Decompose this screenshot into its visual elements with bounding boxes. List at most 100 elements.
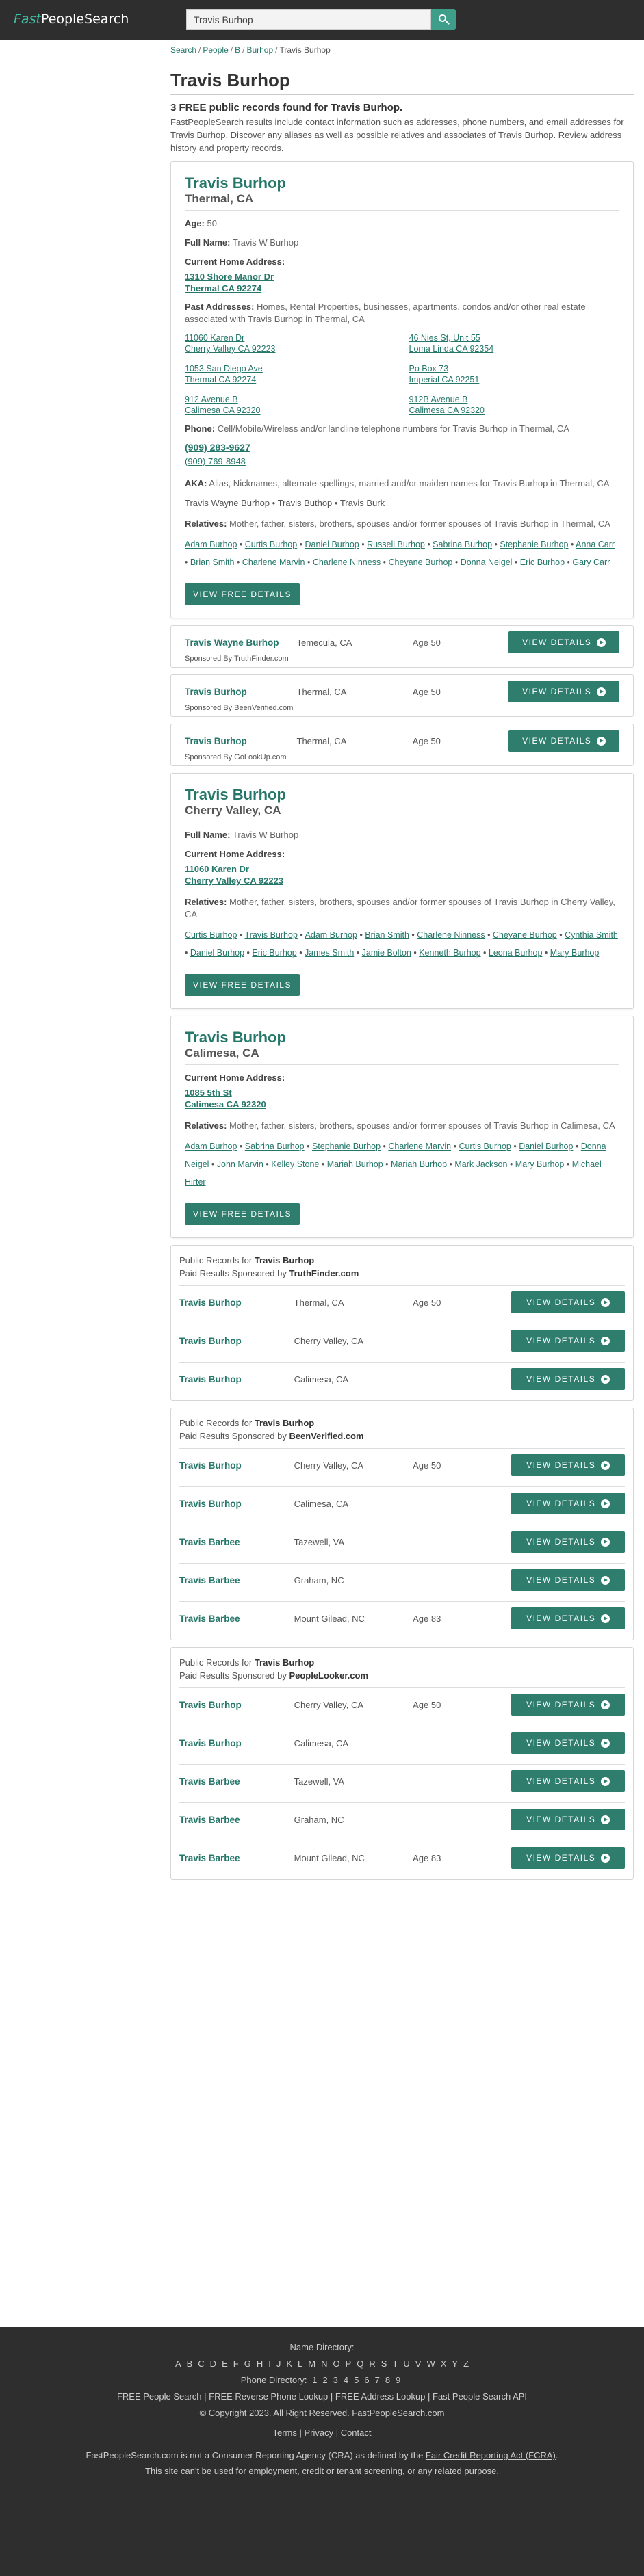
relative-link[interactable]: Adam Burhop bbox=[305, 930, 357, 940]
breadcrumb-letter[interactable]: B bbox=[235, 45, 240, 55]
past-address-link[interactable]: 1053 San Diego Ave Thermal CA 92274 bbox=[185, 363, 396, 385]
directory-letter-link[interactable]: Q bbox=[357, 2358, 363, 2369]
view-details-button[interactable]: VIEW DETAILS bbox=[511, 1493, 625, 1514]
directory-letter-link[interactable]: F bbox=[233, 2358, 239, 2369]
relative-link[interactable]: Kenneth Burhop bbox=[419, 948, 480, 958]
directory-digit-link[interactable]: 3 bbox=[333, 2375, 338, 2385]
view-details-button[interactable]: VIEW DETAILS bbox=[511, 1694, 625, 1716]
result-name[interactable]: Travis Burhop bbox=[185, 684, 297, 700]
directory-letter-link[interactable]: S bbox=[381, 2358, 387, 2369]
relative-link[interactable]: Mariah Burhop bbox=[391, 1159, 447, 1169]
result-name[interactable]: Travis Burhop bbox=[179, 1295, 294, 1311]
relative-link[interactable]: Sabrina Burhop bbox=[245, 1142, 305, 1151]
directory-digit-link[interactable]: 8 bbox=[385, 2375, 390, 2385]
directory-letter-link[interactable]: T bbox=[392, 2358, 398, 2369]
relative-link[interactable]: Charlene Marvin bbox=[242, 557, 305, 567]
directory-letter-link[interactable]: H bbox=[257, 2358, 263, 2369]
relative-link[interactable]: Cheyane Burhop bbox=[389, 557, 453, 567]
view-free-details-button[interactable]: VIEW FREE DETAILS bbox=[185, 1203, 300, 1225]
directory-digit-link[interactable]: 5 bbox=[354, 2375, 359, 2385]
view-details-button[interactable]: VIEW DETAILS bbox=[508, 681, 619, 702]
relative-link[interactable]: Kelley Stone bbox=[271, 1159, 319, 1169]
person-name[interactable]: Travis Burhop bbox=[185, 174, 619, 192]
directory-letter-link[interactable]: O bbox=[333, 2358, 339, 2369]
current-address-link[interactable]: 1310 Shore Manor Dr Thermal CA 92274 bbox=[185, 271, 619, 294]
result-name[interactable]: Travis Wayne Burhop bbox=[185, 635, 297, 650]
relative-link[interactable]: James Smith bbox=[305, 948, 354, 958]
person-name[interactable]: Travis Burhop bbox=[185, 786, 619, 804]
directory-letter-link[interactable]: N bbox=[321, 2358, 327, 2369]
relative-link[interactable]: Adam Burhop bbox=[185, 540, 237, 549]
footer-links[interactable]: FREE People Search | FREE Reverse Phone … bbox=[0, 2391, 644, 2402]
result-name[interactable]: Travis Barbee bbox=[179, 1534, 294, 1550]
directory-letter-link[interactable]: A bbox=[175, 2358, 181, 2369]
result-name[interactable]: Travis Barbee bbox=[179, 1850, 294, 1866]
past-address-link[interactable]: 46 Nies St, Unit 55 Loma Linda CA 92354 bbox=[409, 332, 620, 354]
view-details-button[interactable]: VIEW DETAILS bbox=[511, 1531, 625, 1553]
relative-link[interactable]: Stephanie Burhop bbox=[312, 1142, 381, 1151]
relative-link[interactable]: Daniel Burhop bbox=[190, 948, 244, 958]
view-details-button[interactable]: VIEW DETAILS bbox=[511, 1732, 625, 1754]
relative-link[interactable]: Mary Burhop bbox=[550, 948, 600, 958]
result-name[interactable]: Travis Burhop bbox=[179, 1496, 294, 1512]
directory-digit-link[interactable]: 4 bbox=[344, 2375, 348, 2385]
site-logo[interactable]: FastPeopleSearch bbox=[14, 12, 129, 27]
relative-link[interactable]: Leona Burhop bbox=[489, 948, 543, 958]
relative-link[interactable]: Eric Burhop bbox=[252, 948, 296, 958]
directory-letter-link[interactable]: Z bbox=[463, 2358, 469, 2369]
relative-link[interactable]: Curtis Burhop bbox=[185, 930, 237, 940]
relative-link[interactable]: Cheyane Burhop bbox=[493, 930, 557, 940]
relative-link[interactable]: Russell Burhop bbox=[367, 540, 425, 549]
view-details-button[interactable]: VIEW DETAILS bbox=[511, 1770, 625, 1792]
breadcrumb-people[interactable]: People bbox=[203, 45, 228, 55]
current-address-link[interactable]: 1085 5th St Calimesa CA 92320 bbox=[185, 1087, 619, 1110]
relative-link[interactable]: Cynthia Smith bbox=[565, 930, 618, 940]
view-free-details-button[interactable]: VIEW FREE DETAILS bbox=[185, 583, 300, 605]
view-details-button[interactable]: VIEW DETAILS bbox=[511, 1291, 625, 1313]
relative-link[interactable]: Brian Smith bbox=[190, 557, 235, 567]
directory-letter-link[interactable]: L bbox=[298, 2358, 302, 2369]
result-name[interactable]: Travis Burhop bbox=[179, 1371, 294, 1387]
relative-link[interactable]: Mariah Burhop bbox=[327, 1159, 383, 1169]
directory-letter-link[interactable]: D bbox=[210, 2358, 216, 2369]
directory-letter-link[interactable]: W bbox=[426, 2358, 435, 2369]
relative-link[interactable]: Eric Burhop bbox=[520, 557, 565, 567]
directory-letter-link[interactable]: G bbox=[244, 2358, 251, 2369]
view-free-details-button[interactable]: VIEW FREE DETAILS bbox=[185, 974, 300, 996]
result-name[interactable]: Travis Burhop bbox=[179, 1735, 294, 1751]
relative-link[interactable]: Sabrina Burhop bbox=[433, 540, 492, 549]
relative-link[interactable]: Curtis Burhop bbox=[245, 540, 297, 549]
past-address-link[interactable]: Po Box 73 Imperial CA 92251 bbox=[409, 363, 620, 385]
directory-letter-link[interactable]: E bbox=[222, 2358, 228, 2369]
relative-link[interactable]: Gary Carr bbox=[572, 557, 610, 567]
relative-link[interactable]: Adam Burhop bbox=[185, 1142, 237, 1151]
relative-link[interactable]: Stephanie Burhop bbox=[500, 540, 568, 549]
view-details-button[interactable]: VIEW DETAILS bbox=[511, 1809, 625, 1830]
relative-link[interactable]: Daniel Burhop bbox=[305, 540, 359, 549]
directory-letter-link[interactable]: R bbox=[369, 2358, 375, 2369]
result-name[interactable]: Travis Barbee bbox=[179, 1611, 294, 1627]
current-address-link[interactable]: 11060 Karen Dr Cherry Valley CA 92223 bbox=[185, 863, 619, 886]
directory-letter-link[interactable]: P bbox=[346, 2358, 352, 2369]
directory-letter-link[interactable]: Y bbox=[452, 2358, 458, 2369]
relative-link[interactable]: Mark Jackson bbox=[454, 1159, 507, 1169]
relative-link[interactable]: Charlene Marvin bbox=[388, 1142, 451, 1151]
result-name[interactable]: Travis Burhop bbox=[185, 733, 297, 749]
directory-digit-link[interactable]: 6 bbox=[364, 2375, 369, 2385]
view-details-button[interactable]: VIEW DETAILS bbox=[511, 1330, 625, 1352]
result-name[interactable]: Travis Burhop bbox=[179, 1458, 294, 1473]
result-name[interactable]: Travis Barbee bbox=[179, 1573, 294, 1588]
directory-digit-link[interactable]: 9 bbox=[396, 2375, 400, 2385]
directory-letter-link[interactable]: U bbox=[403, 2358, 409, 2369]
person-name[interactable]: Travis Burhop bbox=[185, 1029, 619, 1047]
directory-letter-link[interactable]: C bbox=[198, 2358, 204, 2369]
directory-letter-link[interactable]: V bbox=[415, 2358, 422, 2369]
result-name[interactable]: Travis Barbee bbox=[179, 1812, 294, 1828]
relative-link[interactable]: Charlene Ninness bbox=[417, 930, 485, 940]
phone-link-primary[interactable]: (909) 283-9627 bbox=[185, 442, 619, 453]
directory-letter-link[interactable]: M bbox=[308, 2358, 315, 2369]
relative-link[interactable]: Curtis Burhop bbox=[459, 1142, 511, 1151]
view-details-button[interactable]: VIEW DETAILS bbox=[508, 730, 619, 752]
directory-digit-link[interactable]: 7 bbox=[375, 2375, 380, 2385]
result-name[interactable]: Travis Barbee bbox=[179, 1774, 294, 1789]
